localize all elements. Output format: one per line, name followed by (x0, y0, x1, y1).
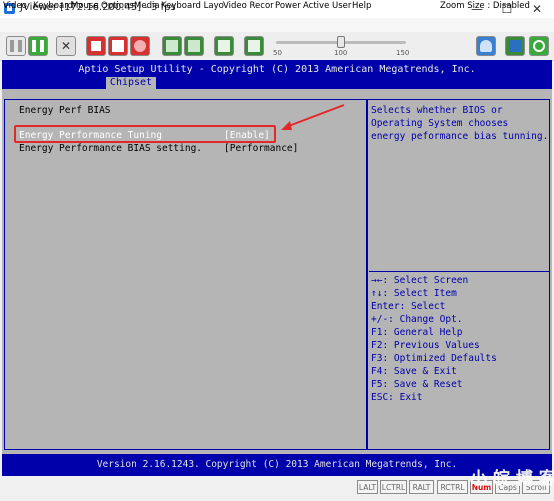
menu-power[interactable]: Power (275, 1, 301, 11)
terminal-icon (218, 40, 230, 52)
help-line: Operating System chooses (371, 118, 509, 129)
menu-active-user[interactable]: Active User (303, 1, 351, 11)
slider-tick-150: 150 (396, 49, 410, 57)
setting-label-energy-performance-bias[interactable]: Energy Performance BIAS setting. (19, 143, 202, 154)
play-icon (32, 40, 44, 52)
pause-button[interactable] (6, 36, 26, 56)
record-icon (134, 40, 146, 52)
menu-help[interactable]: Help (352, 1, 371, 11)
stop-icon (90, 40, 102, 52)
record-button[interactable] (130, 36, 150, 56)
help-divider (369, 271, 549, 272)
key-hint: ESC: Exit (371, 392, 423, 403)
key-hint: Enter: Select (371, 301, 446, 312)
stop-button[interactable] (86, 36, 106, 56)
menu-mouse[interactable]: Mouse (71, 1, 99, 11)
virtual-keyboard-icon (188, 40, 200, 52)
watermark: 小 皖 博 客 (470, 469, 554, 489)
key-hint: F5: Save & Reset (371, 379, 463, 390)
fullscreen-icon: ✕ (60, 39, 72, 53)
macro-icon (248, 40, 260, 52)
macro-button[interactable] (244, 36, 264, 56)
key-lalt[interactable]: LALT (357, 480, 378, 494)
menu-bar (0, 18, 554, 32)
display-button[interactable] (505, 36, 525, 56)
key-hint: F1: General Help (371, 327, 463, 338)
key-rctrl[interactable]: RCTRL (437, 480, 468, 494)
virtual-keyboard-button[interactable] (184, 36, 204, 56)
save-button[interactable] (108, 36, 128, 56)
keyboard-icon (166, 40, 178, 52)
bios-title: Aptio Setup Utility - Copyright (C) 2013… (78, 64, 476, 75)
play-button[interactable] (28, 36, 48, 56)
help-line: Selects whether BIOS or (371, 105, 503, 116)
zoom-size-label: Zoom Size : Disabled (440, 1, 530, 11)
tab-chipset[interactable]: Chipset (106, 77, 156, 89)
setting-value-energy-performance-bias[interactable]: [Performance] (224, 143, 298, 154)
save-icon (112, 40, 124, 52)
keyboard-button[interactable] (162, 36, 182, 56)
fullscreen-button[interactable]: ✕ (56, 36, 76, 56)
zoom-slider-thumb[interactable] (337, 36, 345, 48)
key-hint: F3: Optimized Defaults (371, 353, 497, 364)
power-button[interactable] (529, 36, 549, 56)
menu-keyboard[interactable]: Keyboard (33, 1, 73, 11)
key-hint: F2: Previous Values (371, 340, 480, 351)
menu-keyboard-layout[interactable]: Keyboard Layo (161, 1, 224, 11)
menu-video[interactable]: Video (3, 1, 27, 11)
key-ralt[interactable]: RALT (409, 480, 434, 494)
menu-options[interactable]: Options (101, 1, 134, 11)
terminal-button[interactable] (214, 36, 234, 56)
section-title: Energy Perf BIAS (19, 105, 111, 116)
annotation-highlight-box (14, 125, 276, 143)
key-hint: F4: Save & Exit (371, 366, 457, 377)
key-hint: +/-: Change Opt. (371, 314, 463, 325)
menu-video-record[interactable]: Video Recor (223, 1, 274, 11)
menu-media[interactable]: Media (134, 1, 160, 11)
key-lctrl[interactable]: LCTRL (380, 480, 407, 494)
key-hint: ↑↓: Select Item (371, 288, 457, 299)
pause-icon (10, 40, 22, 52)
display-icon (509, 40, 521, 52)
slider-tick-100: 100 (334, 49, 348, 57)
key-hint: →←: Select Screen (371, 275, 469, 286)
power-icon (533, 40, 545, 52)
user-icon (480, 40, 492, 52)
help-line: energy peformance bias tunning. (371, 131, 549, 142)
slider-tick-50: 50 (273, 49, 282, 57)
user-button[interactable] (476, 36, 496, 56)
